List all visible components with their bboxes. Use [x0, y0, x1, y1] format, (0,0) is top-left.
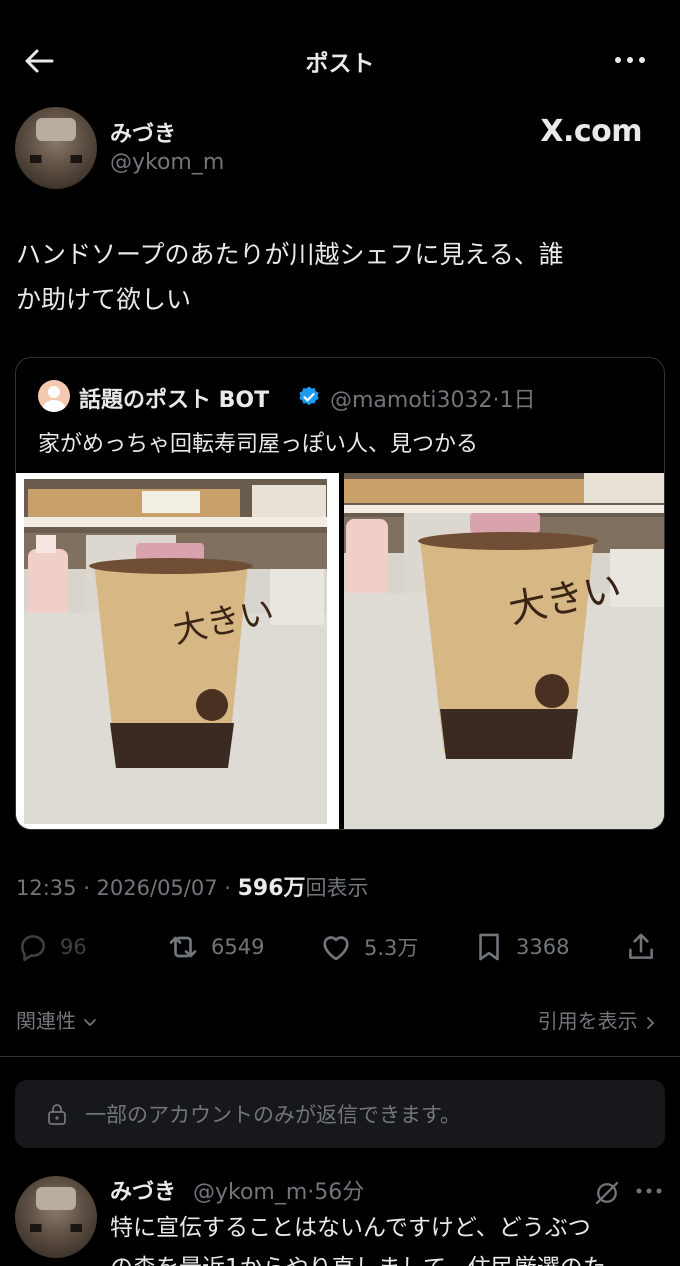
- tweet-text-line-1: ハンドソープのあたりが川越シェフに見える、誰: [16, 240, 564, 269]
- reply-restriction-notice: 一部のアカウントのみが返信できます。: [15, 1080, 665, 1148]
- reply-handle-time[interactable]: @ykom_m·56分: [193, 1174, 364, 1206]
- post-meta: 12:35 · 2026/05/07 · 596万回表示: [16, 870, 369, 902]
- share-action[interactable]: [624, 926, 658, 968]
- divider: [0, 1056, 680, 1057]
- verified-badge-icon: [299, 386, 319, 406]
- x-com-watermark: X.com: [540, 114, 642, 149]
- author-avatar[interactable]: [15, 107, 97, 189]
- share-icon: [629, 933, 653, 959]
- quoted-author-name: 話題のポスト BOT: [79, 388, 270, 413]
- view-suffix: 回表示: [305, 876, 369, 900]
- more-icon[interactable]: [614, 52, 646, 68]
- reply-text-line-1: 特に宣伝することはないんですけど、どうぶつ: [110, 1215, 591, 1241]
- quoted-photo-2[interactable]: 大きい: [344, 473, 664, 829]
- reply-text-line-2: の森を最近1からやり直しまして、住民厳選のた: [110, 1248, 665, 1266]
- sort-label: 関連性: [16, 1009, 76, 1033]
- quoted-avatar: [38, 380, 70, 412]
- author-name[interactable]: みづき: [110, 116, 176, 148]
- like-count: 5.3万: [364, 936, 419, 960]
- author-handle[interactable]: @ykom_m: [110, 150, 224, 175]
- reply-author-name[interactable]: みづき: [110, 1174, 176, 1206]
- tweet-text-line-2: か助けて欲しい: [16, 285, 192, 314]
- lock-icon: [48, 1104, 66, 1125]
- view-count: 596万: [237, 876, 306, 901]
- like-icon: [323, 936, 349, 961]
- repost-icon: [169, 936, 197, 958]
- quoted-text: 家がめっちゃ回転寿司屋っぽい人、見つかる: [38, 432, 479, 457]
- bookmark-action[interactable]: 3368: [472, 926, 569, 968]
- view-quotes-label: 引用を表示: [537, 1009, 638, 1033]
- quoted-handle-time: @mamoti3032·1日: [330, 388, 536, 413]
- repost-count: 6549: [211, 935, 265, 959]
- quoted-post[interactable]: 話題のポスト BOT @mamoti3032·1日 家がめっちゃ回転寿司屋っぽい…: [15, 357, 665, 830]
- chevron-down-icon: [84, 1018, 97, 1026]
- timestamp[interactable]: 12:35 · 2026/05/07 ·: [16, 876, 238, 900]
- like-action[interactable]: 5.3万: [318, 926, 418, 968]
- reply-avatar[interactable]: [15, 1176, 97, 1258]
- view-quotes-link[interactable]: 引用を表示: [538, 1005, 658, 1034]
- quoted-photo-1[interactable]: 大きい: [16, 473, 339, 829]
- reply-action[interactable]: 96: [16, 926, 87, 968]
- grok-icon[interactable]: [592, 1178, 622, 1208]
- reply-text: 特に宣伝することはないんですけど、どうぶつ の森を最近1からやり直しまして、住民…: [110, 1208, 665, 1266]
- chevron-right-icon: [647, 1016, 655, 1029]
- repost-action[interactable]: 6549: [165, 926, 264, 968]
- restriction-text: 一部のアカウントのみが返信できます。: [85, 1103, 461, 1127]
- bookmark-count: 3368: [516, 935, 570, 959]
- bookmark-icon: [479, 933, 499, 961]
- reply-count: 96: [60, 935, 87, 959]
- tweet-text: ハンドソープのあたりが川越シェフに見える、誰 か助けて欲しい: [16, 232, 666, 322]
- page-title: ポスト: [305, 51, 375, 77]
- sort-relevance-dropdown[interactable]: 関連性: [16, 1005, 98, 1034]
- reply-more-icon[interactable]: [636, 1186, 662, 1196]
- reply-icon: [21, 935, 45, 962]
- top-bar: ポスト: [0, 0, 680, 120]
